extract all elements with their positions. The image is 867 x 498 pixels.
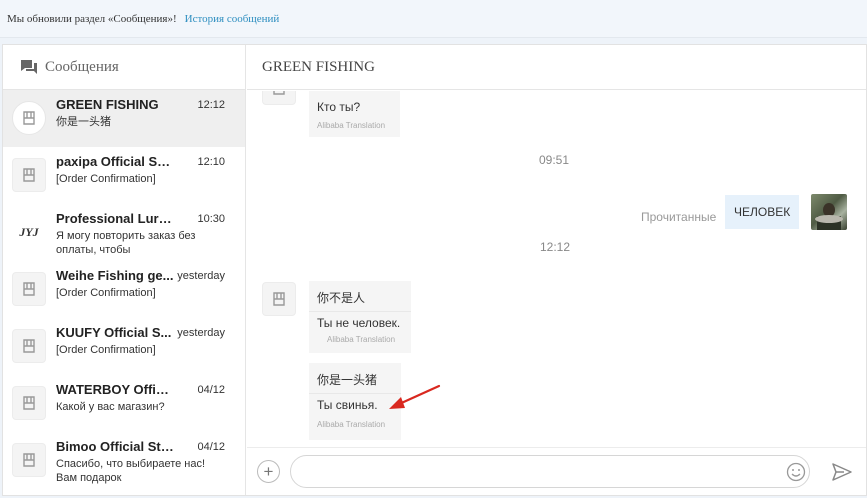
conversation-time: 04/12 bbox=[197, 441, 225, 453]
conversation-preview: Какой у вас магазин? bbox=[56, 401, 165, 413]
translation-source: Alibaba Translation bbox=[317, 420, 386, 429]
store-avatar bbox=[12, 386, 46, 420]
incoming-message: 你不是人 Ты не человек. Alibaba Translation bbox=[309, 281, 411, 353]
sidebar-title: Сообщения bbox=[45, 58, 119, 75]
conversation-preview: Спасибо, что выбираете нас! Вам подарок bbox=[56, 458, 206, 484]
conversation-item-professional-lure[interactable]: JYJ Professional Lure st... 10:30 Я могу… bbox=[3, 204, 245, 261]
divider bbox=[309, 311, 411, 312]
conversation-item-kuufy[interactable]: KUUFY Official S... yesterday [Order Con… bbox=[3, 318, 245, 375]
store-avatar bbox=[12, 101, 46, 135]
sidebar-header: Сообщения bbox=[3, 45, 245, 90]
plus-icon: + bbox=[263, 462, 274, 481]
conversation-item-green-fishing[interactable]: GREEN FISHING 12:12 你是一头猪 bbox=[3, 90, 245, 147]
messenger-window: Сообщения GREEN FISHING 12:12 你是一头猪 paxi… bbox=[2, 44, 867, 496]
store-icon bbox=[23, 339, 35, 353]
conversation-sidebar: Сообщения GREEN FISHING 12:12 你是一头猪 paxi… bbox=[3, 45, 246, 495]
translation-source: Alibaba Translation bbox=[327, 335, 396, 344]
chat-title: GREEN FISHING bbox=[247, 45, 866, 90]
conversation-preview: 你是一头猪 bbox=[56, 116, 111, 128]
compose-bar: + bbox=[247, 447, 866, 495]
message-translation: Ты не человек. bbox=[317, 316, 401, 330]
conversation-time: 12:12 bbox=[197, 99, 225, 111]
conversation-preview: Я могу повторить заказ без оплаты, чтобы bbox=[56, 230, 196, 256]
conversation-name: paxipa Official Store bbox=[56, 154, 174, 169]
translation-source: Alibaba Translation bbox=[317, 121, 386, 130]
store-icon bbox=[23, 168, 35, 182]
chat-bubbles-icon bbox=[21, 60, 37, 74]
message-history-link[interactable]: История сообщений bbox=[185, 13, 280, 25]
store-avatar bbox=[12, 443, 46, 477]
conversation-time: yesterday bbox=[177, 270, 225, 282]
store-icon bbox=[23, 396, 35, 410]
incoming-message: Кто ты? Alibaba Translation bbox=[309, 91, 400, 137]
outgoing-message: ЧЕЛОВЕК bbox=[725, 195, 800, 229]
conversation-preview: [Order Confirmation] bbox=[56, 287, 156, 299]
message-input[interactable] bbox=[290, 455, 810, 488]
store-icon bbox=[23, 282, 35, 296]
store-avatar bbox=[262, 282, 296, 316]
conversation-name: Bimoo Official Store bbox=[56, 439, 174, 454]
message-original: 你不是人 bbox=[317, 291, 366, 305]
conversation-item-paxipa[interactable]: paxipa Official Store 12:10 [Order Confi… bbox=[3, 147, 245, 204]
store-icon bbox=[23, 453, 35, 467]
conversation-name: WATERBOY Official ... bbox=[56, 382, 174, 397]
notice-text: Мы обновили раздел «Сообщения»! bbox=[7, 12, 177, 25]
store-icon bbox=[273, 292, 285, 306]
conversation-time: 12:10 bbox=[197, 156, 225, 168]
update-notice: Мы обновили раздел «Сообщения»! История … bbox=[0, 0, 867, 38]
red-arrow-annotation bbox=[389, 384, 441, 409]
chat-pane: GREEN FISHING Кто ты? Alibaba Translatio… bbox=[247, 45, 866, 495]
store-avatar bbox=[12, 272, 46, 306]
store-icon bbox=[273, 91, 285, 95]
conversation-preview: [Order Confirmation] bbox=[56, 344, 156, 356]
user-avatar bbox=[811, 194, 847, 230]
conversation-preview: [Order Confirmation] bbox=[56, 173, 156, 185]
conversation-name: Weihe Fishing ge... bbox=[56, 268, 174, 283]
store-avatar bbox=[12, 158, 46, 192]
attach-button[interactable]: + bbox=[257, 460, 280, 483]
conversation-name: Professional Lure st... bbox=[56, 211, 174, 226]
timestamp: 12:12 bbox=[540, 240, 571, 254]
conversation-time: yesterday bbox=[177, 327, 225, 339]
conversation-item-weihe-fishing[interactable]: Weihe Fishing ge... yesterday [Order Con… bbox=[3, 261, 245, 318]
read-status: Прочитанные bbox=[641, 210, 717, 224]
timestamp: 09:51 bbox=[539, 153, 570, 167]
message-translation: Кто ты? bbox=[317, 100, 361, 114]
conversation-item-bimoo[interactable]: Bimoo Official Store 04/12 Спасибо, что … bbox=[3, 432, 245, 489]
message-list[interactable]: Кто ты? Alibaba Translation 09:51 Прочит… bbox=[247, 91, 866, 447]
store-avatar bbox=[262, 91, 296, 105]
store-icon bbox=[23, 111, 35, 125]
conversation-name: GREEN FISHING bbox=[56, 97, 159, 112]
send-icon[interactable] bbox=[831, 461, 853, 483]
conversation-item-waterboy[interactable]: WATERBOY Official ... 04/12 Какой у вас … bbox=[3, 375, 245, 432]
emoji-icon[interactable] bbox=[786, 462, 806, 482]
store-logo: JYJ bbox=[19, 224, 39, 239]
conversation-time: 10:30 bbox=[197, 213, 225, 225]
conversation-name: KUUFY Official S... bbox=[56, 325, 172, 340]
conversation-time: 04/12 bbox=[197, 384, 225, 396]
store-avatar bbox=[12, 329, 46, 363]
user-photo bbox=[815, 203, 843, 230]
